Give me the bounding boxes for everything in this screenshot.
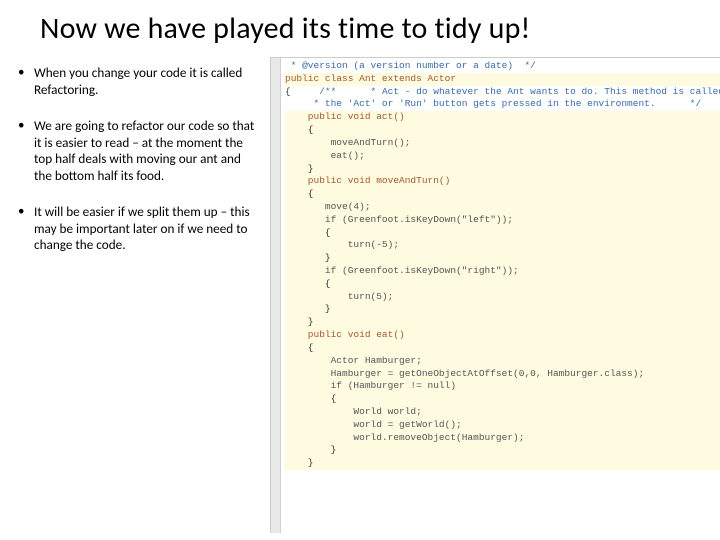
code-line: world.removeObject(Hamburger);: [285, 432, 720, 445]
code-line: {: [285, 124, 720, 137]
slide-content: • When you change your code it is called…: [0, 57, 720, 533]
slide-title: Now we have played its time to tidy up!: [0, 0, 720, 47]
code-line: */: [661, 98, 701, 109]
code-line: * the 'Act' or 'Run' button gets pressed…: [285, 98, 656, 109]
code-line: {: [285, 278, 720, 291]
code-line: move(4);: [285, 201, 720, 214]
code-line: }: [285, 163, 720, 176]
code-line: {: [285, 188, 720, 201]
bullet-dot-icon: •: [18, 204, 34, 254]
code-line: public void moveAndTurn(): [285, 175, 720, 188]
code-line: }: [285, 252, 720, 265]
code-line: world = getWorld();: [285, 419, 720, 432]
code-line: turn(5);: [285, 291, 720, 304]
bullet-dot-icon: •: [18, 65, 34, 98]
code-body: * @version (a version number or a date) …: [281, 58, 720, 470]
code-line: Actor Hamburger;: [285, 355, 720, 368]
bullet-dot-icon: •: [18, 118, 34, 184]
code-line: }: [285, 444, 720, 457]
code-line: * @version (a version number or a date): [285, 60, 513, 71]
code-line: {: [285, 393, 720, 406]
code-editor: * @version (a version number or a date) …: [270, 57, 720, 533]
code-line: turn(-5);: [285, 239, 720, 252]
code-line: public class Ant extends Actor: [285, 73, 720, 86]
bullet-text: It will be easier if we split them up – …: [34, 204, 260, 254]
code-line: }: [285, 457, 720, 470]
code-line: public void eat(): [285, 329, 720, 342]
bullet-text: When you change your code it is called R…: [34, 65, 260, 98]
code-line: {: [285, 86, 291, 97]
code-line: if (Greenfoot.isKeyDown("right"));: [285, 265, 720, 278]
code-line: public void act(): [285, 111, 720, 124]
list-item: • When you change your code it is called…: [18, 65, 260, 98]
code-line: if (Greenfoot.isKeyDown("left"));: [285, 214, 720, 227]
code-line: World world;: [285, 406, 720, 419]
code-line: }: [285, 316, 720, 329]
code-line: if (Hamburger != null): [285, 380, 720, 393]
code-gutter: [271, 58, 281, 533]
code-line: */: [519, 60, 536, 71]
code-line: moveAndTurn();: [285, 137, 720, 150]
bullet-text: We are going to refactor our code so tha…: [34, 118, 260, 184]
bullet-list: • When you change your code it is called…: [0, 57, 270, 533]
code-line: }: [285, 303, 720, 316]
code-line: {: [285, 342, 720, 355]
code-line: /**: [296, 86, 336, 97]
code-line: * Act - do whatever the Ant wants to do.…: [342, 86, 720, 97]
code-line: Hamburger = getOneObjectAtOffset(0,0, Ha…: [285, 368, 720, 381]
list-item: • It will be easier if we split them up …: [18, 204, 260, 254]
list-item: • We are going to refactor our code so t…: [18, 118, 260, 184]
code-line: eat();: [285, 150, 720, 163]
code-line: {: [285, 227, 720, 240]
